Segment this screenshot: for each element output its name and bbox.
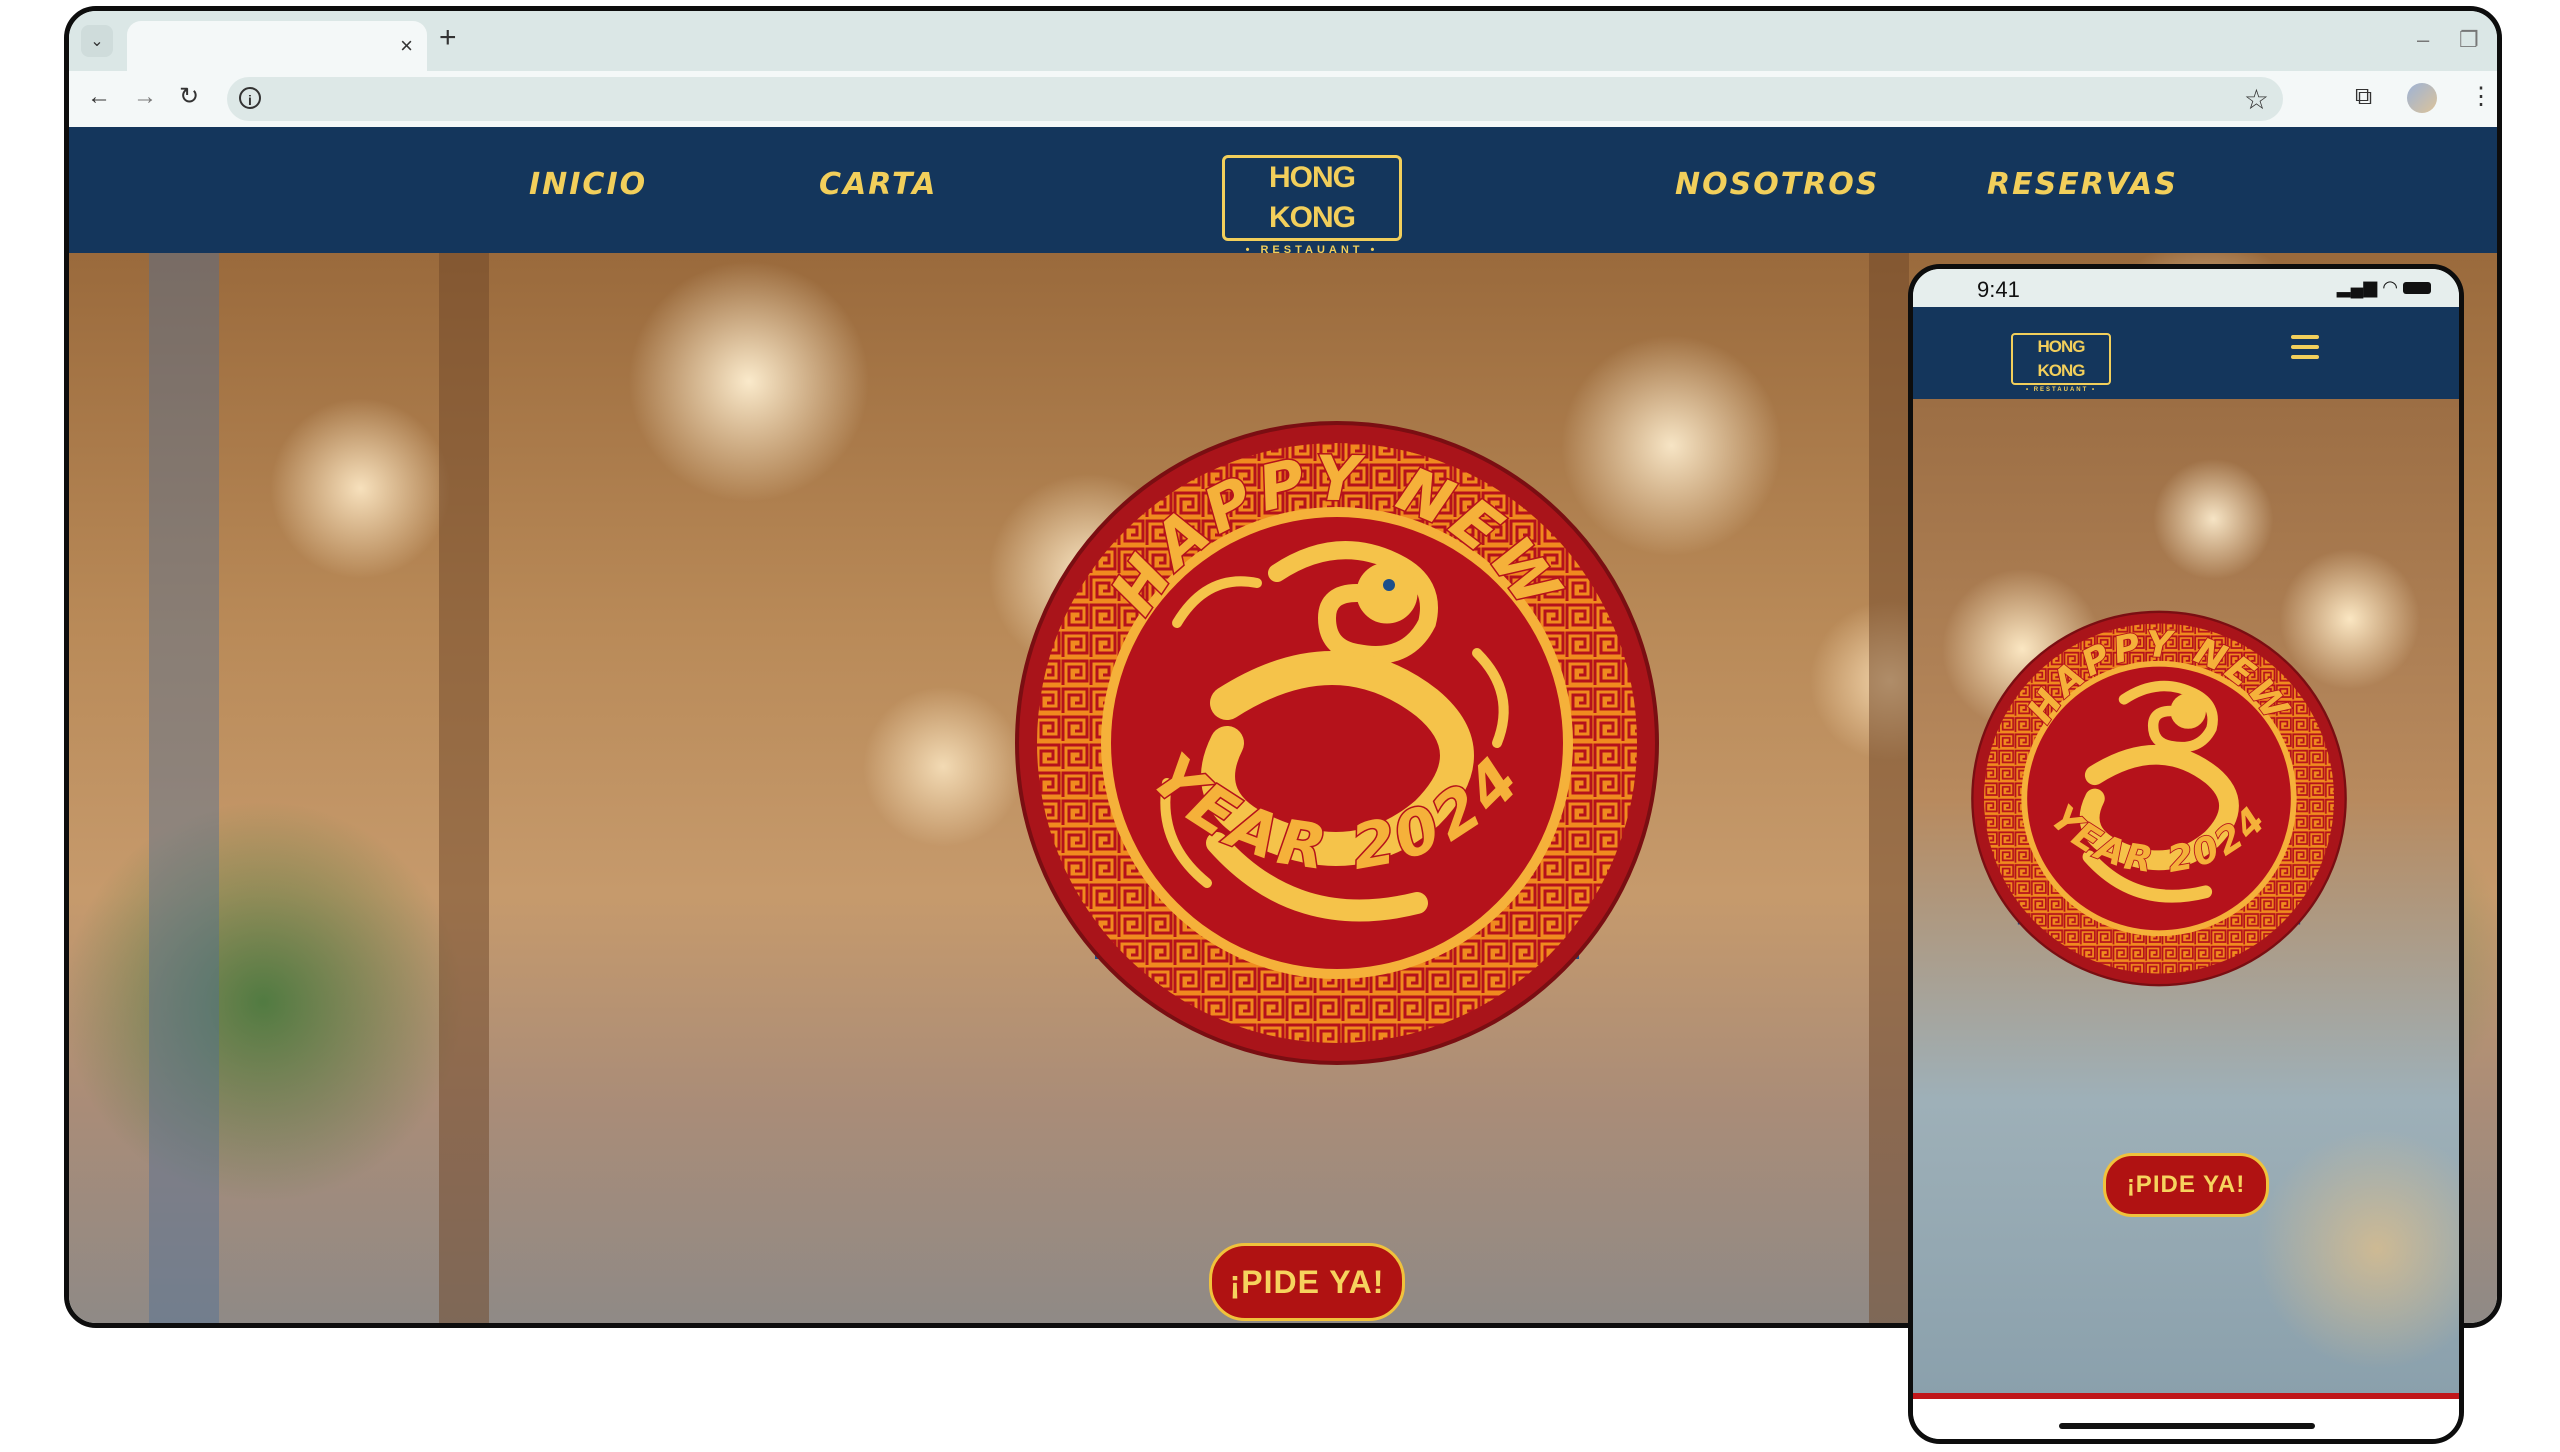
minimize-icon[interactable]: – xyxy=(2417,27,2429,53)
address-bar[interactable]: i ☆ xyxy=(227,77,2283,121)
close-window-icon[interactable]: ✕ xyxy=(2501,27,2502,53)
mobile-new-year-emblem: HAPPY NEW YEAR 2024 xyxy=(1949,551,2369,1011)
reload-icon[interactable]: ↻ xyxy=(179,85,199,109)
mobile-phone-frame: 9:41 ▂▄▆ ◠ HONG KONG • RESTAUANT • HAPPY… xyxy=(1908,264,2464,1444)
star-icon[interactable]: ☆ xyxy=(2244,83,2269,116)
close-icon[interactable]: × xyxy=(400,33,413,59)
logo-subtitle: • RESTAUANT • xyxy=(1245,244,1379,256)
mobile-logo-name: HONG KONG xyxy=(2011,333,2111,385)
status-icons: ▂▄▆ ◠ xyxy=(2337,277,2431,298)
info-icon[interactable]: i xyxy=(239,87,261,109)
new-year-emblem: HAPPY NEW YEAR 2024 xyxy=(977,323,1697,1103)
order-now-button[interactable]: ¡PIDE YA! xyxy=(1209,1243,1405,1321)
home-indicator[interactable] xyxy=(2059,1423,2315,1429)
mobile-bottom-bar xyxy=(1913,1393,2459,1439)
forward-icon[interactable]: → xyxy=(133,85,157,109)
mobile-order-now-button[interactable]: ¡PIDE YA! xyxy=(2103,1153,2269,1217)
plus-icon[interactable]: + xyxy=(439,23,457,53)
nav-carta[interactable]: CARTA xyxy=(819,167,937,202)
avatar[interactable] xyxy=(2407,83,2437,113)
browser-toolbar: ← → ↻ i ☆ ⧉ ⋮ xyxy=(69,71,2497,127)
status-time: 9:41 xyxy=(1977,277,2020,302)
wifi-icon: ◠ xyxy=(2382,277,2398,297)
signal-icon: ▂▄▆ xyxy=(2336,277,2378,297)
nav-reservas[interactable]: RESERVAS xyxy=(1987,167,2178,202)
back-icon[interactable]: ← xyxy=(87,85,111,109)
mobile-navbar: HONG KONG • RESTAUANT • xyxy=(1913,307,2459,399)
site-navbar: INICIO CARTA HONG KONG • RESTAUANT • NOS… xyxy=(69,127,2497,256)
nav-inicio[interactable]: INICIO xyxy=(529,167,647,202)
site-logo[interactable]: HONG KONG • RESTAUANT • xyxy=(1222,155,1402,256)
mobile-logo-subtitle: • RESTAUANT • xyxy=(2025,387,2097,393)
maximize-icon[interactable]: ❐ xyxy=(2459,27,2479,53)
active-tab[interactable]: × xyxy=(127,21,427,71)
battery-icon xyxy=(2403,282,2431,295)
tab-bar: ⌄ × + – ❐ ✕ xyxy=(69,11,2497,71)
extensions-icon[interactable]: ⧉ xyxy=(2355,85,2372,109)
background-pillar xyxy=(439,253,489,1323)
background-pillar xyxy=(149,253,219,1323)
hamburger-icon[interactable] xyxy=(2291,335,2319,365)
logo-name: HONG KONG xyxy=(1222,155,1402,241)
menu-dots-icon[interactable]: ⋮ xyxy=(2469,85,2493,109)
nav-nosotros[interactable]: NOSOTROS xyxy=(1675,167,1879,202)
background-pillar xyxy=(1869,253,1909,1323)
mobile-site-logo[interactable]: HONG KONG • RESTAUANT • xyxy=(2011,333,2111,393)
mobile-hero-background: HAPPY NEW YEAR 2024 ¡PIDE YA! xyxy=(1913,399,2459,1399)
status-bar: 9:41 ▂▄▆ ◠ xyxy=(1913,269,2459,307)
tab-search-icon[interactable]: ⌄ xyxy=(81,25,113,57)
